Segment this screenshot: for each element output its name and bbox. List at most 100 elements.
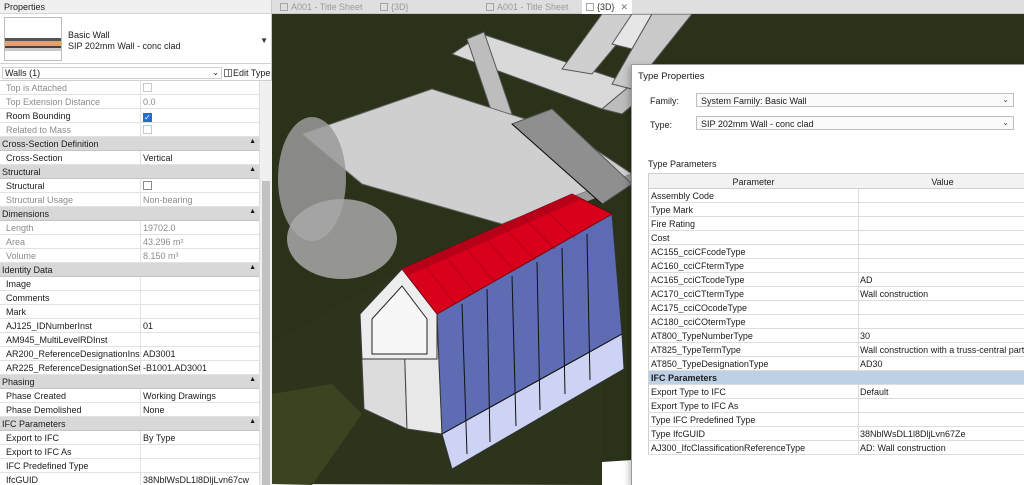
property-row-image[interactable]: Image [0,277,259,291]
parameter-value[interactable]: AD: Wall construction [860,443,1024,453]
parameter-row-ac165-ccictcodetype[interactable]: AC165_cciCTcodeType AD [648,273,1024,287]
collapse-icon[interactable]: ▲ [249,138,256,145]
property-value[interactable]: None [143,405,257,415]
parameter-row-type-mark[interactable]: Type Mark [648,203,1024,217]
parameter-value[interactable]: AD [860,275,1024,285]
property-value[interactable]: Vertical [143,153,257,163]
parameter-value[interactable]: AD30 [860,359,1024,369]
tab-a001-title-sheet[interactable]: A001 - Title Sheet [276,0,367,14]
property-value[interactable]: By Type [143,433,257,443]
group-header-identity-data[interactable]: Identity Data ▲ [0,263,259,277]
property-label: AR200_ReferenceDesignationInst [6,349,140,359]
property-checkbox[interactable] [143,181,257,191]
collapse-icon[interactable]: ▲ [249,376,256,383]
checkbox-checked-icon[interactable]: ✓ [143,113,152,122]
type-selector[interactable]: Basic Wall SIP 202mm Wall - conc clad ▼ [0,14,272,64]
property-row-volume[interactable]: Volume 8.150 m³ [0,249,259,263]
property-value[interactable]: 01 [143,321,257,331]
column-header-parameter[interactable]: Parameter [649,177,858,187]
property-value[interactable]: 38NblWsDL1l8DljLvn67cw [143,475,257,485]
scrollbar-thumb[interactable] [262,181,270,485]
group-header-ifc-parameters[interactable]: IFC Parameters [648,371,1024,385]
tab-a001-title-sheet[interactable]: A001 - Title Sheet [482,0,573,14]
parameter-row-ac160-ccicftermtype[interactable]: AC160_cciCFtermType [648,259,1024,273]
close-icon[interactable]: ✕ [621,2,629,12]
property-row-export-to-ifc[interactable]: Export to IFC By Type [0,431,259,445]
collapse-icon[interactable]: ▲ [249,208,256,215]
parameter-row-at800-typenumbertype[interactable]: AT800_TypeNumberType 30 [648,329,1024,343]
family-select[interactable]: System Family: Basic Wall ⌄ [696,93,1014,107]
property-value[interactable]: Working Drawings [143,391,257,401]
property-row-length[interactable]: Length 19702.0 [0,221,259,235]
edit-type-icon [224,69,232,77]
parameter-row-ac155-ccicfcodetype[interactable]: AC155_cciCFcodeType [648,245,1024,259]
property-row-ar225-referencedesignationseti[interactable]: AR225_ReferenceDesignationSetI... -B1001.… [0,361,259,375]
parameter-row-ac170-ccicttermtype[interactable]: AC170_cciCTtermType Wall construction [648,287,1024,301]
edit-type-button[interactable]: Edit Type [224,67,270,79]
group-header-ifc-parameters[interactable]: IFC Parameters ▲ [0,417,259,431]
parameter-row-type-ifc-predefined-type[interactable]: Type IFC Predefined Type [648,413,1024,427]
property-row-ifcguid[interactable]: IfcGUID 38NblWsDL1l8DljLvn67cw [0,473,259,485]
property-row-phase-created[interactable]: Phase Created Working Drawings [0,389,259,403]
parameter-value[interactable]: Wall construction [860,289,1024,299]
group-header-structural[interactable]: Structural ▲ [0,165,259,179]
properties-scrollbar[interactable] [259,81,272,485]
property-row-ifc-predefined-type[interactable]: IFC Predefined Type [0,459,259,473]
property-value[interactable]: -B1001.AD3001 [143,363,257,373]
property-row-ar200-referencedesignationinst[interactable]: AR200_ReferenceDesignationInst AD3001 [0,347,259,361]
checkbox-empty-icon[interactable] [143,181,152,190]
family-value: System Family: Basic Wall [701,96,807,106]
parameter-label: Export Type to IFC As [651,401,739,411]
parameter-value[interactable]: Wall construction with a truss-central p… [860,345,1024,355]
parameter-row-export-type-to-ifc[interactable]: Export Type to IFC Default [648,385,1024,399]
tab-3d[interactable]: {3D} [376,0,413,14]
collapse-icon[interactable]: ▲ [249,418,256,425]
parameter-row-cost[interactable]: Cost [648,231,1024,245]
property-label: Related to Mass [6,125,72,135]
group-header-cross-section-definition[interactable]: Cross-Section Definition ▲ [0,137,259,151]
property-row-top-extension-distance[interactable]: Top Extension Distance 0.0 [0,95,259,109]
parameter-row-assembly-code[interactable]: Assembly Code [648,189,1024,203]
property-row-structural-usage[interactable]: Structural Usage Non-bearing [0,193,259,207]
parameter-row-at850-typedesignationtype[interactable]: AT850_TypeDesignationType AD30 [648,357,1024,371]
property-row-top-is-attached[interactable]: Top is Attached [0,81,259,95]
property-row-room-bounding[interactable]: Room Bounding ✓ [0,109,259,123]
property-label: Dimensions [2,209,50,219]
property-row-aj125-idnumberinst[interactable]: AJ125_IDNumberInst 01 [0,319,259,333]
parameter-value[interactable]: 38NblWsDL1l8DljLvn67Ze [860,429,1024,439]
property-label: Length [6,223,34,233]
property-checkbox[interactable]: ✓ [143,111,257,122]
property-row-cross-section[interactable]: Cross-Section Vertical [0,151,259,165]
tab-3d[interactable]: {3D} ✕ [582,0,633,14]
property-row-comments[interactable]: Comments [0,291,259,305]
property-value[interactable]: AD3001 [143,349,257,359]
group-header-phasing[interactable]: Phasing ▲ [0,375,259,389]
property-row-structural[interactable]: Structural [0,179,259,193]
property-row-export-to-ifc-as[interactable]: Export to IFC As [0,445,259,459]
property-row-phase-demolished[interactable]: Phase Demolished None [0,403,259,417]
instance-filter-select[interactable]: Walls (1) ⌄ [2,67,222,79]
property-row-mark[interactable]: Mark [0,305,259,319]
parameter-row-aj300-ifcclassificationreferencetype[interactable]: AJ300_IfcClassificationReferenceType AD: … [648,441,1024,455]
family-label: Family: [650,96,679,106]
chevron-down-icon[interactable]: ▼ [260,36,268,45]
type-select[interactable]: SIP 202mm Wall - conc clad ⌄ [696,116,1014,130]
collapse-icon[interactable]: ▲ [249,166,256,173]
parameter-row-type-ifcguid[interactable]: Type IfcGUID 38NblWsDL1l8DljLvn67Ze [648,427,1024,441]
view-icon [280,3,288,11]
parameter-row-ac180-ccicotermtype[interactable]: AC180_cciCOtermType [648,315,1024,329]
parameter-row-ac175-ccicocodetype[interactable]: AC175_cciCOcodeType [648,301,1024,315]
tab-label: {3D} [597,2,615,12]
parameter-value[interactable]: Default [860,387,1024,397]
parameter-row-at825-typetermtype[interactable]: AT825_TypeTermType Wall construction with… [648,343,1024,357]
group-header-dimensions[interactable]: Dimensions ▲ [0,207,259,221]
property-row-area[interactable]: Area 43.296 m² [0,235,259,249]
parameter-value[interactable]: 30 [860,331,1024,341]
column-header-value[interactable]: Value [859,177,1024,187]
property-value: Non-bearing [143,195,193,205]
parameter-row-export-type-to-ifc-as[interactable]: Export Type to IFC As [648,399,1024,413]
property-row-am945-multilevelrdinst[interactable]: AM945_MultiLevelRDInst [0,333,259,347]
collapse-icon[interactable]: ▲ [249,264,256,271]
parameter-row-fire-rating[interactable]: Fire Rating [648,217,1024,231]
property-row-related-to-mass[interactable]: Related to Mass [0,123,259,137]
